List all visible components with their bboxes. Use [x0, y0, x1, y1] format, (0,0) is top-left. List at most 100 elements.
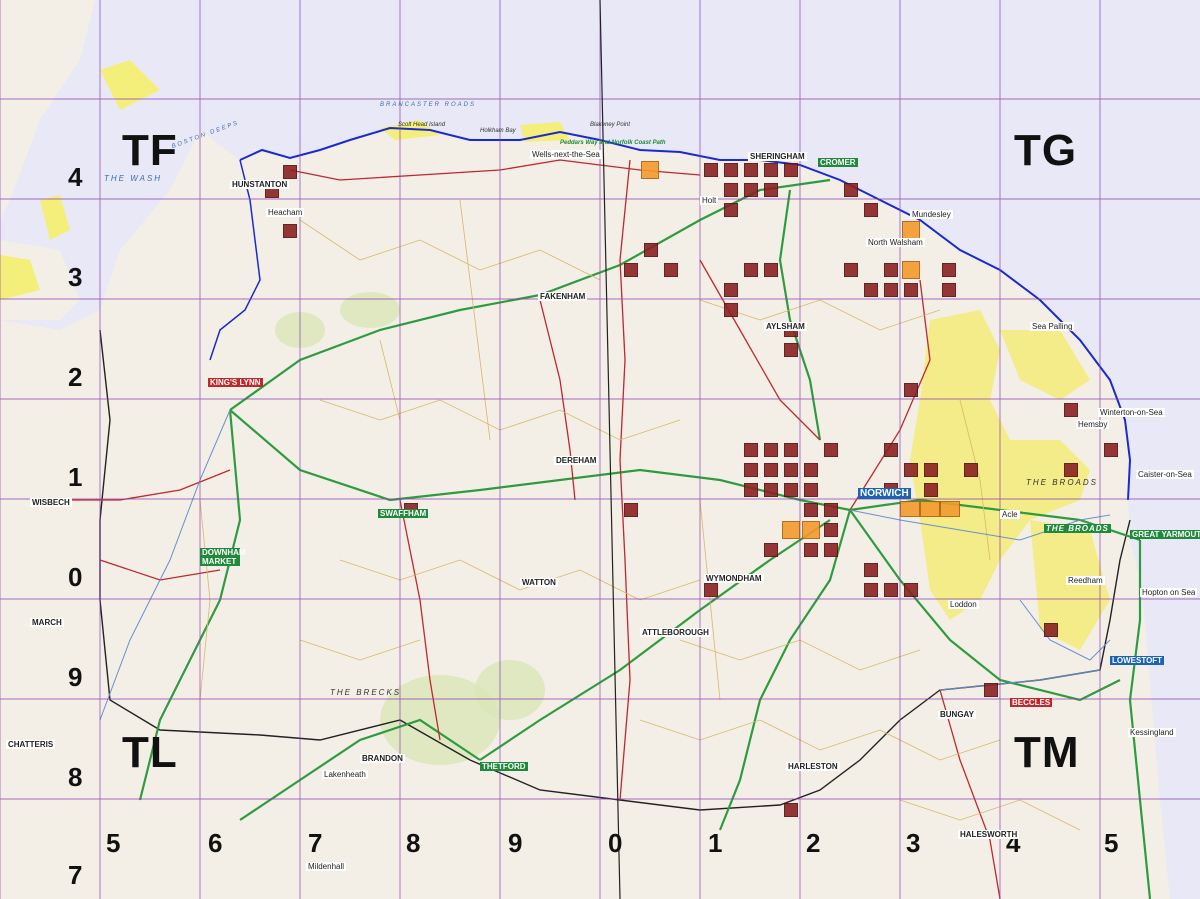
record-square-recent[interactable]	[900, 501, 920, 517]
record-square[interactable]	[704, 163, 718, 177]
record-square-recent[interactable]	[782, 521, 800, 539]
town-label[interactable]: HUNSTANTON	[230, 180, 290, 189]
record-square[interactable]	[904, 463, 918, 477]
town-label[interactable]: SHERINGHAM	[748, 152, 807, 161]
record-square[interactable]	[624, 503, 638, 517]
record-square[interactable]	[764, 263, 778, 277]
record-square[interactable]	[784, 803, 798, 817]
town-label[interactable]: CHATTERIS	[6, 740, 56, 749]
town-label[interactable]: Acle	[1000, 510, 1020, 519]
town-label[interactable]: Wells-next-the-Sea	[530, 150, 602, 159]
record-square[interactable]	[1044, 623, 1058, 637]
record-square[interactable]	[764, 463, 778, 477]
town-label[interactable]: BRANDON	[360, 754, 405, 763]
record-square[interactable]	[724, 283, 738, 297]
record-square-recent[interactable]	[902, 261, 920, 279]
record-square-recent[interactable]	[940, 501, 960, 517]
town-label[interactable]: DEREHAM	[554, 456, 599, 465]
record-square[interactable]	[724, 203, 738, 217]
town-label[interactable]: BUNGAY	[938, 710, 976, 719]
town-label[interactable]: Heacham	[266, 208, 305, 217]
record-square[interactable]	[283, 224, 297, 238]
record-square[interactable]	[924, 483, 938, 497]
town-label[interactable]: ATTLEBOROUGH	[640, 628, 711, 637]
town-label[interactable]: North Walsham	[866, 238, 925, 247]
record-square[interactable]	[744, 163, 758, 177]
record-square[interactable]	[864, 583, 878, 597]
record-square[interactable]	[784, 163, 798, 177]
record-square[interactable]	[884, 583, 898, 597]
record-square[interactable]	[884, 263, 898, 277]
record-square[interactable]	[864, 563, 878, 577]
record-square[interactable]	[784, 483, 798, 497]
record-square[interactable]	[824, 443, 838, 457]
record-square[interactable]	[924, 463, 938, 477]
record-square[interactable]	[864, 203, 878, 217]
record-square[interactable]	[764, 163, 778, 177]
map-canvas[interactable]: TF TG TL TM 4 3 2 1 0 9 8 7 5 6 7 8 9 0 …	[0, 0, 1200, 899]
record-square[interactable]	[724, 163, 738, 177]
record-square[interactable]	[784, 343, 798, 357]
town-label[interactable]: DOWNHAM MARKET	[200, 548, 246, 566]
record-square[interactable]	[884, 283, 898, 297]
town-label[interactable]: Winterton-on-Sea	[1098, 408, 1165, 417]
record-square[interactable]	[764, 183, 778, 197]
record-square[interactable]	[942, 263, 956, 277]
record-square[interactable]	[904, 283, 918, 297]
record-square[interactable]	[804, 543, 818, 557]
record-square[interactable]	[744, 463, 758, 477]
town-label[interactable]: Holt	[700, 196, 719, 205]
town-label[interactable]: Mundesley	[910, 210, 953, 219]
record-square-recent[interactable]	[641, 161, 659, 179]
record-square[interactable]	[744, 263, 758, 277]
record-square[interactable]	[904, 383, 918, 397]
town-label[interactable]: MARCH	[30, 618, 64, 627]
town-label[interactable]: HARLESTON	[786, 762, 840, 771]
record-square[interactable]	[984, 683, 998, 697]
record-square[interactable]	[844, 183, 858, 197]
record-square[interactable]	[804, 503, 818, 517]
town-label[interactable]: Hopton on Sea	[1140, 588, 1198, 597]
record-square[interactable]	[764, 483, 778, 497]
record-square[interactable]	[283, 165, 297, 179]
town-label[interactable]: Caister-on-Sea	[1136, 470, 1194, 479]
town-label[interactable]: Mildenhall	[306, 862, 347, 871]
record-square[interactable]	[724, 303, 738, 317]
record-square[interactable]	[1104, 443, 1118, 457]
town-label[interactable]: HALESWORTH	[958, 830, 1020, 839]
town-label[interactable]: Loddon	[948, 600, 979, 609]
record-square[interactable]	[964, 463, 978, 477]
record-square[interactable]	[724, 183, 738, 197]
town-label[interactable]: Hemsby	[1076, 420, 1110, 429]
town-label[interactable]: FAKENHAM	[538, 292, 588, 301]
town-label[interactable]: BECCLES	[1010, 698, 1053, 707]
record-square[interactable]	[644, 243, 658, 257]
record-square[interactable]	[704, 583, 718, 597]
record-square[interactable]	[804, 483, 818, 497]
record-square-recent[interactable]	[802, 521, 820, 539]
town-label[interactable]: KING'S LYNN	[208, 378, 263, 387]
record-square[interactable]	[804, 463, 818, 477]
record-square[interactable]	[784, 443, 798, 457]
record-square[interactable]	[942, 283, 956, 297]
record-square[interactable]	[904, 583, 918, 597]
record-square[interactable]	[864, 283, 878, 297]
record-square[interactable]	[1064, 403, 1078, 417]
record-square[interactable]	[784, 463, 798, 477]
record-square[interactable]	[664, 263, 678, 277]
record-square[interactable]	[744, 443, 758, 457]
town-label[interactable]: Lakenheath	[322, 770, 368, 779]
record-square-recent[interactable]	[902, 221, 920, 239]
town-label[interactable]: THETFORD	[480, 762, 528, 771]
town-label[interactable]: AYLSHAM	[764, 322, 807, 331]
town-label[interactable]: LOWESTOFT	[1110, 656, 1165, 665]
record-square[interactable]	[624, 263, 638, 277]
town-label[interactable]: NORWICH	[858, 488, 911, 499]
town-label[interactable]: Reedham	[1066, 576, 1105, 585]
town-label[interactable]: WATTON	[520, 578, 558, 587]
record-square[interactable]	[764, 543, 778, 557]
record-square[interactable]	[764, 443, 778, 457]
record-square[interactable]	[1064, 463, 1078, 477]
record-square[interactable]	[824, 543, 838, 557]
record-square[interactable]	[744, 483, 758, 497]
